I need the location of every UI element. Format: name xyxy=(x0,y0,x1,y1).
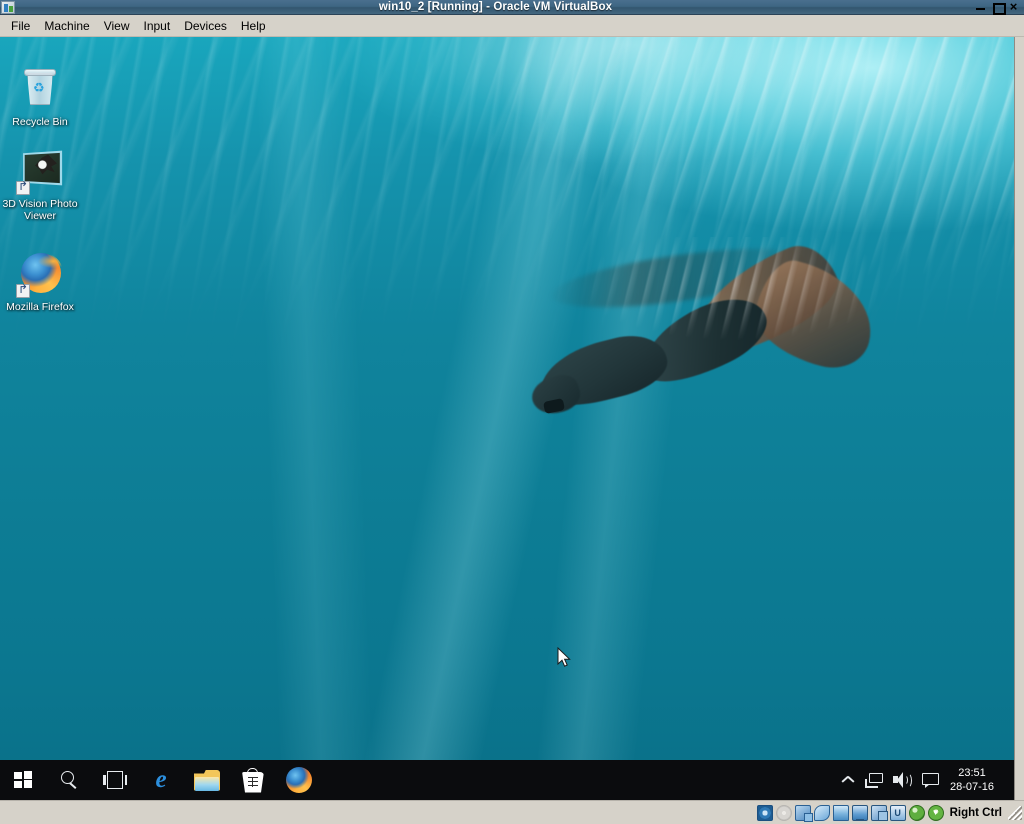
volume-icon xyxy=(892,772,912,788)
desktop-icon-mozilla-firefox[interactable]: Mozilla Firefox xyxy=(2,250,78,313)
virtualbox-status-bar: U Right Ctrl xyxy=(0,800,1024,824)
firefox-icon xyxy=(16,250,64,298)
shortcut-overlay-icon xyxy=(16,181,30,195)
show-hidden-icons-button[interactable] xyxy=(836,760,860,800)
system-tray: 23:51 28-07-16 xyxy=(836,760,1014,800)
menu-item-machine[interactable]: Machine xyxy=(37,16,96,36)
diver-figure xyxy=(520,235,884,457)
display-indicator[interactable] xyxy=(851,804,868,821)
usb-indicator[interactable] xyxy=(813,804,830,821)
search-icon xyxy=(59,770,79,790)
menu-item-help[interactable]: Help xyxy=(234,16,273,36)
virtualbox-icon xyxy=(1,0,15,14)
notifications-button[interactable] xyxy=(917,760,944,800)
menu-item-input[interactable]: Input xyxy=(137,16,178,36)
clock[interactable]: 23:51 28-07-16 xyxy=(944,760,1002,800)
firefox-icon xyxy=(286,767,312,793)
clock-date: 28-07-16 xyxy=(949,781,994,793)
network-button[interactable] xyxy=(860,760,888,800)
file-explorer-button[interactable] xyxy=(184,760,230,800)
optical-disk-indicator[interactable] xyxy=(775,804,792,821)
taskbar-buttons: e xyxy=(0,760,322,800)
video-capture-indicator[interactable] xyxy=(870,804,888,821)
menu-bar: File Machine View Input Devices Help xyxy=(0,15,1024,37)
window-controls: × xyxy=(976,0,1024,15)
store-button[interactable] xyxy=(230,760,276,800)
desktop-icon-label: Recycle Bin xyxy=(12,116,68,128)
host-key-label: Right Ctrl xyxy=(949,806,1002,819)
guest-right-border xyxy=(1014,37,1024,800)
recycle-bin-icon: ♻ xyxy=(16,65,64,113)
shortcut-overlay-icon xyxy=(16,284,30,298)
task-view-icon xyxy=(103,771,127,789)
desktop-icon-3d-vision-photo-viewer[interactable]: 3D Vision Photo Viewer xyxy=(2,147,78,222)
menu-item-devices[interactable]: Devices xyxy=(177,16,234,36)
clock-time: 23:51 xyxy=(958,767,986,779)
start-button[interactable] xyxy=(0,760,46,800)
windows-taskbar: e 23:51 28-07-16 xyxy=(0,760,1014,800)
virtualbox-window: win10_2 [Running] - Oracle VM VirtualBox… xyxy=(0,0,1024,824)
menu-item-file[interactable]: File xyxy=(4,16,37,36)
close-icon[interactable]: × xyxy=(1008,0,1019,13)
task-view-button[interactable] xyxy=(92,760,138,800)
show-desktop-button[interactable] xyxy=(1002,760,1008,800)
windows-logo-icon xyxy=(14,771,32,789)
splash-streaks xyxy=(560,237,880,357)
resize-grip-icon[interactable] xyxy=(1008,805,1022,820)
desktop-icon-recycle-bin[interactable]: ♻ Recycle Bin xyxy=(2,65,78,128)
chevron-up-icon xyxy=(842,775,853,786)
store-icon xyxy=(242,767,264,793)
desktop-icon-label: 3D Vision Photo Viewer xyxy=(2,198,78,222)
window-title: win10_2 [Running] - Oracle VM VirtualBox xyxy=(378,0,613,13)
minimize-icon[interactable] xyxy=(976,1,987,13)
network-icon xyxy=(864,772,883,788)
notification-icon xyxy=(921,772,939,788)
edge-icon: e xyxy=(155,766,167,793)
edge-button[interactable]: e xyxy=(138,760,184,800)
folder-icon xyxy=(194,769,220,791)
menu-item-view[interactable]: View xyxy=(97,16,137,36)
taskbar-empty-area[interactable] xyxy=(322,760,836,800)
vrde-indicator[interactable]: U xyxy=(889,804,906,821)
photo-viewer-icon xyxy=(16,147,64,195)
window-titlebar[interactable]: win10_2 [Running] - Oracle VM VirtualBox… xyxy=(0,0,1024,15)
network-indicator[interactable] xyxy=(794,804,813,822)
features-indicator[interactable] xyxy=(908,804,925,821)
desktop-icon-label: Mozilla Firefox xyxy=(6,301,74,313)
maximize-icon[interactable] xyxy=(992,1,1006,15)
hard-disk-indicator[interactable] xyxy=(756,804,773,821)
guest-screen[interactable]: ♻ Recycle Bin 3D Vision Photo Viewer xyxy=(0,37,1014,800)
search-button[interactable] xyxy=(46,760,92,800)
mouse-integration-indicator[interactable] xyxy=(927,804,944,821)
firefox-button[interactable] xyxy=(276,760,322,800)
volume-button[interactable] xyxy=(888,760,917,800)
shared-folders-indicator[interactable] xyxy=(832,804,849,821)
status-indicators: U xyxy=(756,804,944,822)
